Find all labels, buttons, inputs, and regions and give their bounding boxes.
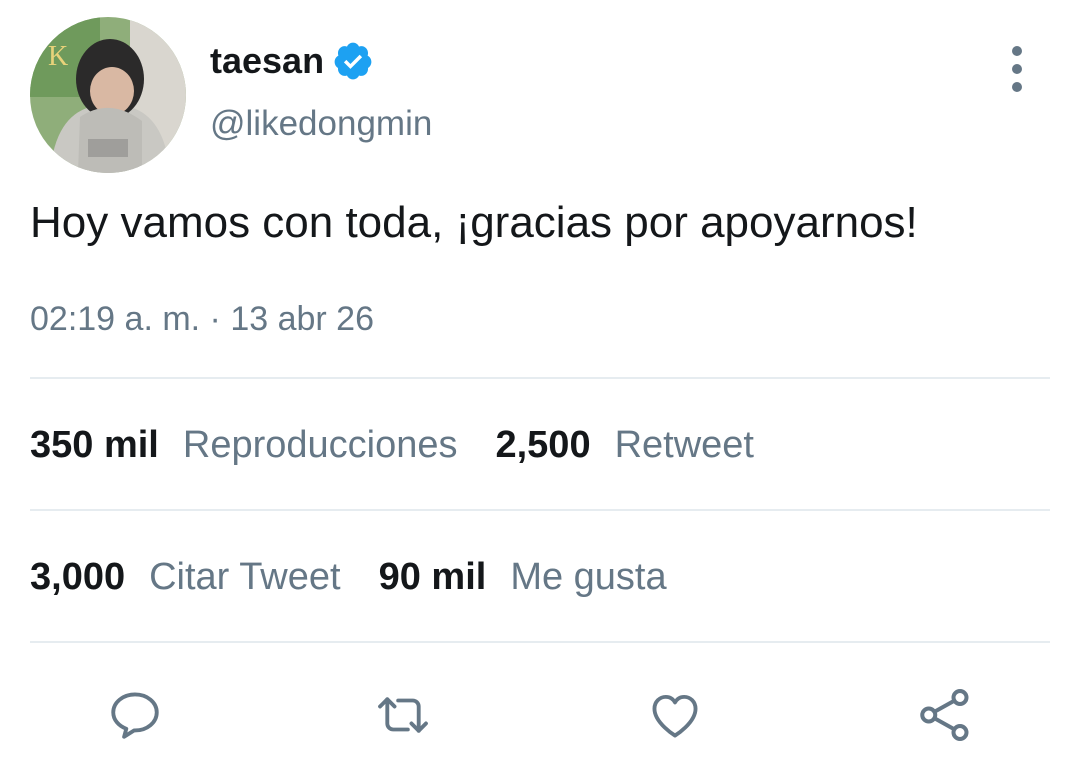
likes-stat[interactable]: 90 mil Me gusta	[379, 556, 667, 599]
likes-label: Me gusta	[510, 556, 667, 598]
retweet-button[interactable]	[368, 680, 438, 750]
quotes-label: Citar Tweet	[149, 556, 341, 598]
tweet-text: Hoy vamos con toda, ¡gracias por apoyarn…	[30, 198, 918, 247]
views-label: Reproducciones	[182, 424, 458, 466]
retweets-label: Retweet	[614, 424, 754, 466]
tweet-timestamp[interactable]: 02:19 a. m. · 13 abr 26	[30, 300, 374, 339]
display-name-text: taesan	[210, 40, 325, 81]
like-button[interactable]	[640, 680, 710, 750]
share-button[interactable]	[910, 680, 980, 750]
retweets-stat[interactable]: 2,500 Retweet	[495, 424, 754, 467]
verified-badge-icon	[332, 40, 374, 82]
tweet-action-bar	[0, 680, 1080, 750]
more-dot	[1012, 64, 1022, 74]
display-name[interactable]: taesan	[210, 40, 374, 82]
quotes-stat[interactable]: 3,000 Citar Tweet	[30, 556, 341, 599]
stats-row-quotes-likes: 3,000 Citar Tweet 90 mil Me gusta	[30, 556, 705, 599]
divider	[30, 377, 1050, 379]
views-count: 350 mil	[30, 424, 159, 466]
more-dot	[1012, 46, 1022, 56]
avatar[interactable]: K	[30, 17, 186, 173]
share-icon	[920, 689, 969, 741]
stats-row-views-retweets: 350 mil Reproducciones 2,500 Retweet	[30, 424, 792, 467]
retweets-count: 2,500	[495, 424, 591, 466]
divider	[30, 641, 1050, 643]
divider	[30, 509, 1050, 511]
svg-text:K: K	[48, 41, 68, 72]
likes-count: 90 mil	[378, 556, 487, 598]
retweet-icon	[378, 697, 428, 733]
views-stat[interactable]: 350 mil Reproducciones	[30, 424, 457, 467]
more-options-icon[interactable]	[1002, 46, 1032, 92]
quotes-count: 3,000	[30, 556, 126, 598]
reply-button[interactable]	[100, 680, 170, 750]
more-dot	[1012, 82, 1022, 92]
reply-icon	[111, 692, 159, 739]
user-handle[interactable]: @likedongmin	[210, 104, 432, 144]
like-icon	[652, 694, 698, 738]
avatar-image: K	[30, 17, 186, 173]
